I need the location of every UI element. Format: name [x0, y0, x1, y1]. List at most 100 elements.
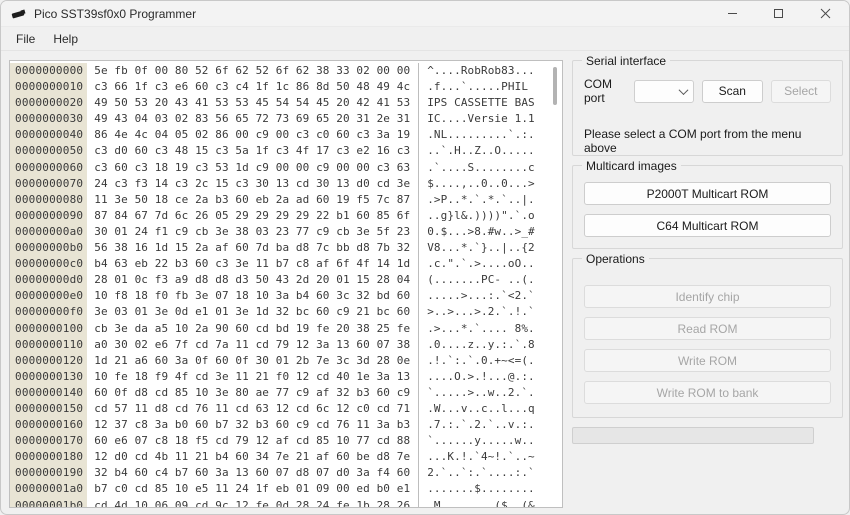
hex-bytes: 24 c3 f3 14 c3 2c 15 c3 30 13 cd 30 13 d…	[87, 176, 410, 192]
hex-ascii: ....O.>.!...@.:.	[418, 369, 535, 385]
hex-ascii: >..>...>.2.`.!.`	[418, 304, 535, 320]
hex-row: 0000000050c3 d0 60 c3 48 15 c3 5a 1f c3 …	[10, 143, 546, 159]
identify-chip-button: Identify chip	[584, 285, 831, 308]
hex-viewer[interactable]: 00000000005e fb 0f 00 80 52 6f 62 52 6f …	[9, 60, 563, 508]
title-bar: Pico SST39sf0x0 Programmer	[1, 1, 849, 27]
hex-bytes: 3e 03 01 3e 0d e1 01 3e 1d 32 bc 60 c9 2…	[87, 304, 410, 320]
hex-bytes: 10 f8 18 f0 fb 3e 07 18 10 3a b4 60 3c 3…	[87, 288, 410, 304]
progress-bar	[572, 427, 814, 444]
hex-row: 000000004086 4e 4c 04 05 02 86 00 c9 00 …	[10, 127, 546, 143]
hex-offset: 0000000160	[10, 417, 87, 433]
hex-offset: 0000000070	[10, 176, 87, 192]
hex-ascii: $....,..0..0...>	[418, 176, 535, 192]
hex-offset: 0000000180	[10, 449, 87, 465]
hex-bytes: 12 d0 cd 4b 11 21 b4 60 34 7e 21 af 60 b…	[87, 449, 410, 465]
hex-bytes: 10 fe 18 f9 4f cd 3e 11 21 f0 12 cd 40 1…	[87, 369, 410, 385]
scrollbar-thumb[interactable]	[553, 67, 557, 105]
hex-bytes: c3 d0 60 c3 48 15 c3 5a 1f c3 4f 17 c3 e…	[87, 143, 410, 159]
hex-row: 00000000f03e 03 01 3e 0d e1 01 3e 1d 32 …	[10, 304, 546, 320]
hex-row: 00000000c0b4 63 eb 22 b3 60 c3 3e 11 b7 …	[10, 256, 546, 272]
p2000t-multicart-rom-button[interactable]: P2000T Multicart ROM	[584, 182, 831, 205]
hex-bytes: 12 37 c8 3a b0 60 b7 32 b3 60 c9 cd 76 1…	[87, 417, 410, 433]
hex-row: 000000002049 50 53 20 43 41 53 53 45 54 …	[10, 95, 546, 111]
hex-row: 000000013010 fe 18 f9 4f cd 3e 11 21 f0 …	[10, 369, 546, 385]
com-port-select[interactable]	[634, 80, 694, 103]
hex-bytes: a0 30 02 e6 7f cd 7a 11 cd 79 12 3a 13 6…	[87, 337, 410, 353]
hex-bytes: 87 84 67 7d 6c 26 05 29 29 29 29 22 b1 6…	[87, 208, 410, 224]
hex-ascii: .NL.........`.:.	[418, 127, 535, 143]
hex-ascii: .7.:.`.2.`..v.:.	[418, 417, 535, 433]
hex-bytes: b4 63 eb 22 b3 60 c3 3e 11 b7 c8 af 6f 4…	[87, 256, 410, 272]
hex-bytes: 56 38 16 1d 15 2a af 60 7d ba d8 7c bb d…	[87, 240, 410, 256]
hex-bytes: cd 4d 10 06 09 cd 9c 12 fe 0d 28 24 fe 1…	[87, 498, 410, 507]
hex-ascii: .`....S........c	[418, 160, 535, 176]
hex-row: 000000007024 c3 f3 14 c3 2c 15 c3 30 13 …	[10, 176, 546, 192]
hex-ascii: .W...v..c..l...q	[418, 401, 535, 417]
hex-bytes: b7 c0 cd 85 10 e5 11 24 1f eb 01 09 00 e…	[87, 481, 410, 497]
hex-offset: 00000000b0	[10, 240, 87, 256]
hex-bytes: 49 43 04 03 02 83 56 65 72 73 69 65 20 3…	[87, 111, 410, 127]
hex-ascii: ^....RobRob83...	[418, 63, 535, 79]
hex-offset: 0000000040	[10, 127, 87, 143]
hex-offset: 00000000c0	[10, 256, 87, 272]
hex-row: 0000000100cb 3e da a5 10 2a 90 60 cd bd …	[10, 321, 546, 337]
hex-ascii: `......y.....w..	[418, 433, 535, 449]
chevron-down-icon	[679, 85, 689, 95]
hex-offset: 0000000100	[10, 321, 87, 337]
hex-bytes: 1d 21 a6 60 3a 0f 60 0f 30 01 2b 7e 3c 3…	[87, 353, 410, 369]
scan-button[interactable]: Scan	[702, 80, 762, 103]
hex-offset: 00000000e0	[10, 288, 87, 304]
hex-offset: 00000001a0	[10, 481, 87, 497]
hex-ascii: `.....>..w..2.`.	[418, 385, 535, 401]
hex-row: 000000017060 e6 07 c8 18 f5 cd 79 12 af …	[10, 433, 546, 449]
hex-offset: 0000000050	[10, 143, 87, 159]
hex-bytes: 60 0f d8 cd 85 10 3e 80 ae 77 c9 af 32 b…	[87, 385, 410, 401]
hex-offset: 00000000f0	[10, 304, 87, 320]
hex-row: 0000000010c3 66 1f c3 e6 60 c3 c4 1f 1c …	[10, 79, 546, 95]
application-window: Pico SST39sf0x0 Programmer File Help 000…	[0, 0, 850, 515]
hex-bytes: 60 e6 07 c8 18 f5 cd 79 12 af cd 85 10 7…	[87, 433, 410, 449]
hex-offset: 0000000120	[10, 353, 87, 369]
hex-rows-container: 00000000005e fb 0f 00 80 52 6f 62 52 6f …	[10, 61, 546, 507]
com-port-label: COM port	[584, 77, 626, 105]
hex-offset: 0000000000	[10, 63, 87, 79]
hex-ascii: 0.$...>8.#w..>_#	[418, 224, 535, 240]
operations-group: Operations Identify chip Read ROM Write …	[572, 258, 843, 418]
hex-row: 00000000005e fb 0f 00 80 52 6f 62 52 6f …	[10, 63, 546, 79]
close-button[interactable]	[801, 1, 849, 27]
hex-row: 00000000a030 01 24 f1 c9 cb 3e 38 03 23 …	[10, 224, 546, 240]
hex-ascii: .....>...:.`<2.`	[418, 288, 535, 304]
hex-ascii: ...K.!.`4~!.`..~	[418, 449, 535, 465]
hex-row: 000000009087 84 67 7d 6c 26 05 29 29 29 …	[10, 208, 546, 224]
hex-row: 000000019032 b4 60 c4 b7 60 3a 13 60 07 …	[10, 465, 546, 481]
menu-bar: File Help	[1, 27, 849, 51]
hex-ascii: .M........($..(&	[418, 498, 535, 507]
hex-ascii: IPS CASSETTE BAS	[418, 95, 535, 111]
hex-row: 00000001a0b7 c0 cd 85 10 e5 11 24 1f eb …	[10, 481, 546, 497]
hex-ascii: .f...`.....PHIL	[418, 79, 528, 95]
maximize-button[interactable]	[755, 1, 801, 27]
minimize-button[interactable]	[709, 1, 755, 27]
vertical-scrollbar[interactable]	[546, 61, 562, 507]
hex-bytes: c3 66 1f c3 e6 60 c3 c4 1f 1c 86 8d 50 4…	[87, 79, 410, 95]
hex-offset: 0000000020	[10, 95, 87, 111]
hex-bytes: 30 01 24 f1 c9 cb 3e 38 03 23 77 c9 cb 3…	[87, 224, 410, 240]
hex-ascii: V8...*.`}..|..{2	[418, 240, 535, 256]
com-port-row: COM port Scan Select	[584, 77, 831, 105]
hex-ascii: IC....Versie 1.1	[418, 111, 535, 127]
hex-ascii: ..g}l&.))))".`.o	[418, 208, 535, 224]
multicard-images-group: Multicard images P2000T Multicart ROM C6…	[572, 165, 843, 249]
hex-offset: 00000000a0	[10, 224, 87, 240]
hex-offset: 0000000170	[10, 433, 87, 449]
hex-row: 00000000e010 f8 18 f0 fb 3e 07 18 10 3a …	[10, 288, 546, 304]
menu-item-help[interactable]: Help	[44, 29, 87, 49]
hex-bytes: 28 01 0c f3 a9 d8 d8 d3 50 43 2d 20 01 1…	[87, 272, 410, 288]
menu-item-file[interactable]: File	[7, 29, 44, 49]
window-title: Pico SST39sf0x0 Programmer	[34, 7, 196, 21]
hex-bytes: 86 4e 4c 04 05 02 86 00 c9 00 c3 c0 60 c…	[87, 127, 410, 143]
c64-multicart-rom-button[interactable]: C64 Multicart ROM	[584, 214, 831, 237]
title-bar-left: Pico SST39sf0x0 Programmer	[1, 6, 709, 22]
hex-row: 0000000150cd 57 11 d8 cd 76 11 cd 63 12 …	[10, 401, 546, 417]
hex-offset: 0000000090	[10, 208, 87, 224]
hex-bytes: 11 3e 50 18 ce 2a b3 60 eb 2a ad 60 19 f…	[87, 192, 410, 208]
